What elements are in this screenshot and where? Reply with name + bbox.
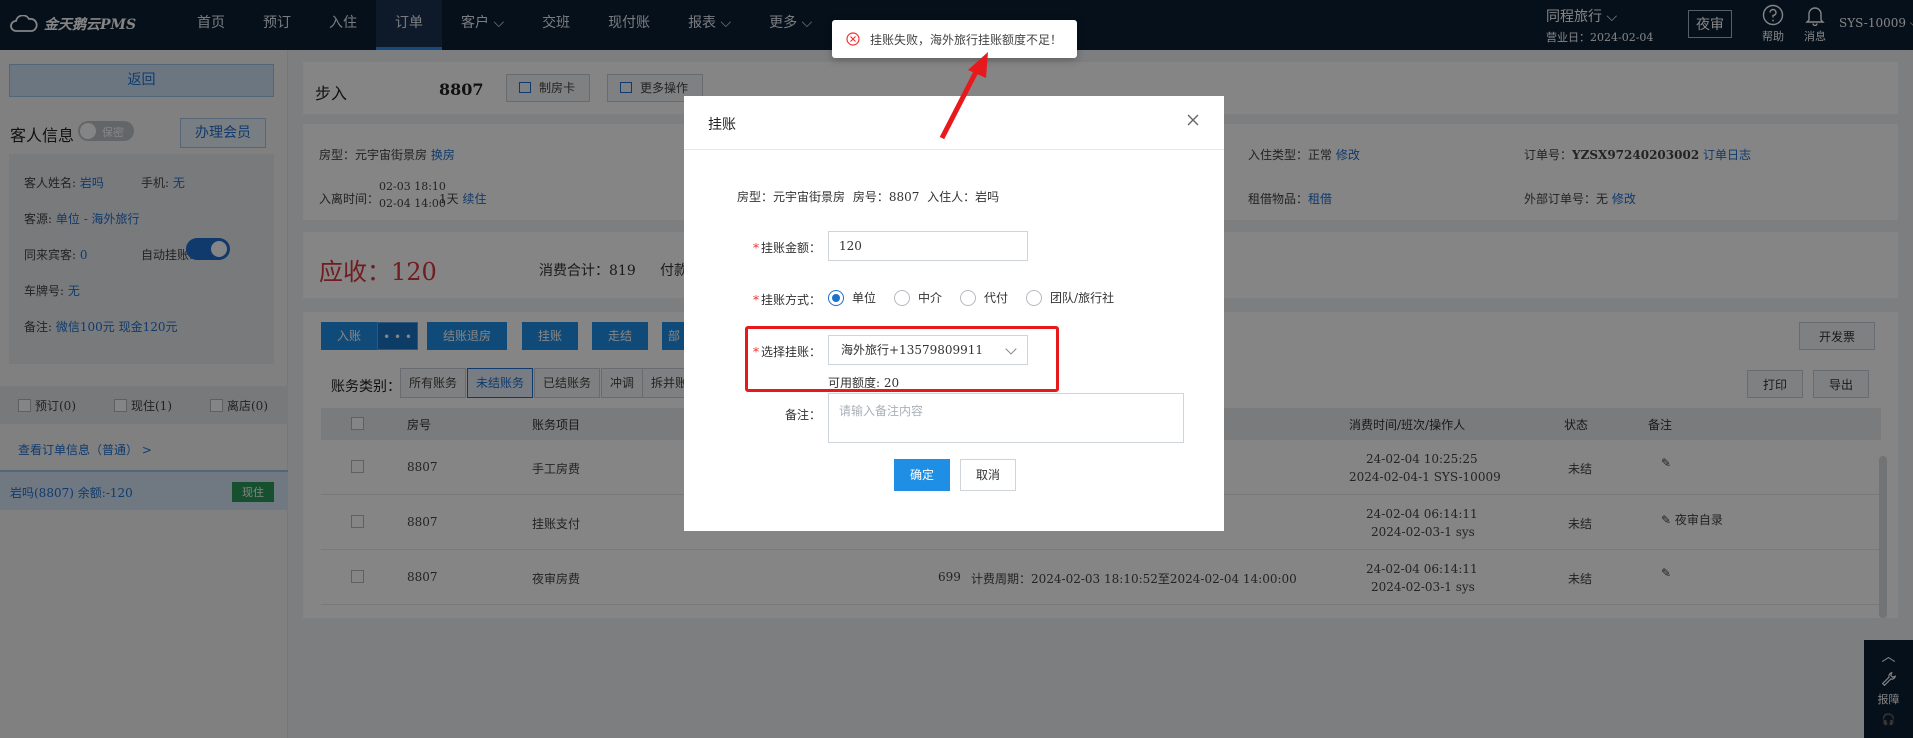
method-radio-group: 单位 中介 代付 团队/旅行社 (828, 289, 1114, 306)
confirm-button[interactable]: 确定 (894, 459, 950, 491)
method-company-label: 单位 (852, 291, 877, 305)
dialog-divider (684, 149, 1224, 150)
method-label: * 挂账方式： (752, 293, 821, 307)
radio-button[interactable] (894, 289, 911, 306)
dialog-room-info: 房型：元宇宙街景房 房号：8807 入住人：岩吗 (737, 190, 1000, 204)
radio-button[interactable] (828, 289, 844, 306)
method-company[interactable]: 单位 (828, 289, 876, 306)
radio-button[interactable] (1026, 289, 1043, 306)
remark-textarea[interactable]: 请输入备注内容 (828, 393, 1184, 443)
cancel-button[interactable]: 取消 (960, 459, 1016, 491)
amount-label: * 挂账金额： (752, 241, 821, 255)
remark-input-label: 备注： (784, 408, 821, 422)
hang-account-dialog: 挂账 房型：元宇宙街景房 房号：8807 入住人：岩吗 *挂账金额： *挂账方式… (684, 96, 1224, 531)
error-circle-icon (846, 32, 860, 46)
close-icon[interactable] (1185, 112, 1201, 128)
radio-button[interactable] (960, 289, 977, 306)
highlight-rectangle (745, 326, 1059, 392)
method-group-label: 团队/旅行社 (1050, 291, 1115, 305)
method-agency-label: 中介 (918, 291, 943, 305)
amount-input[interactable] (828, 231, 1028, 261)
method-group[interactable]: 团队/旅行社 (1026, 289, 1114, 306)
method-agency[interactable]: 中介 (894, 289, 942, 306)
dialog-title: 挂账 (708, 117, 736, 133)
method-label-text: 挂账方式： (760, 293, 821, 307)
method-proxy[interactable]: 代付 (960, 289, 1008, 306)
red-arrow-annotation (939, 52, 988, 140)
amount-label-text: 挂账金额： (760, 241, 821, 255)
toast-message: 挂账失败，海外旅行挂账额度不足！ (870, 33, 1063, 47)
method-proxy-label: 代付 (984, 291, 1009, 305)
